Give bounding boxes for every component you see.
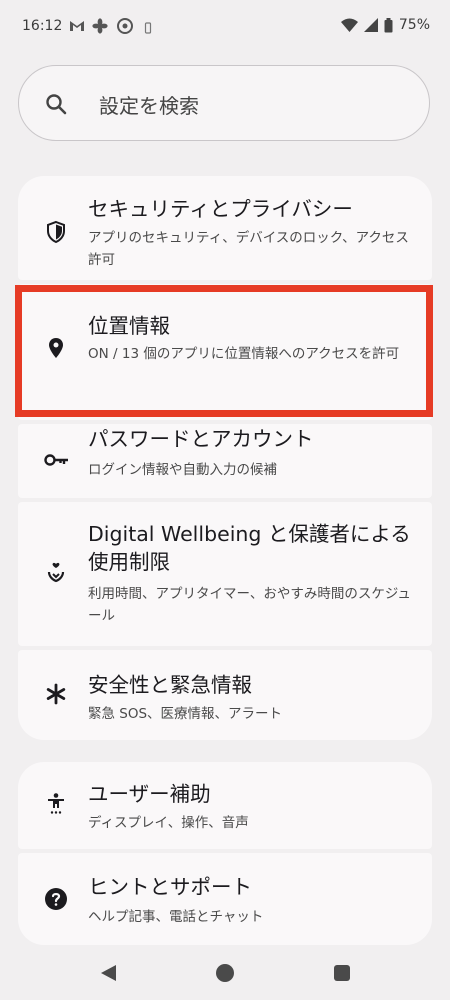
item-subtitle: ヘルプ記事、電話とチャット [88,909,264,925]
key-icon [44,454,68,466]
back-icon[interactable] [99,964,117,982]
item-title: パスワードとアカウント [88,427,314,451]
search-bar[interactable]: 設定を検索 [18,65,430,141]
item-title: セキュリティとプライバシー [88,197,353,221]
item-subtitle: アプリのセキュリティ、デバイスのロック、アクセス許可 [88,230,409,268]
item-subtitle: ディスプレイ、操作、音声 [88,815,249,831]
item-title: 安全性と緊急情報 [88,673,252,697]
search-icon [46,94,67,115]
location-pin-icon [49,338,63,358]
item-subtitle: ログイン情報や自動入力の候補 [88,462,277,478]
settings-item-wellbeing[interactable]: Digital Wellbeing と保護者による使用制限 利用時間、アプリタイ… [18,502,432,646]
wellbeing-icon [47,562,65,583]
item-title: ヒントとサポート [88,875,252,899]
battery-level: 75% [398,17,430,33]
settings-item-tips-support[interactable]: ヒントとサポート ヘルプ記事、電話とチャット [18,853,432,945]
help-icon [45,888,67,910]
fan-icon [92,18,108,34]
shield-icon [47,220,65,244]
settings-item-accessibility[interactable]: ユーザー補助 ディスプレイ、操作、音声 [18,762,432,849]
settings-item-safety[interactable]: 安全性と緊急情報 緊急 SOS、医療情報、アラート [18,650,432,740]
item-title: 位置情報 [88,314,170,338]
item-subtitle: 利用時間、アプリタイマー、おやすみ時間のスケジュール [88,586,411,624]
settings-item-security[interactable]: セキュリティとプライバシー アプリのセキュリティ、デバイスのロック、アクセス許可 [18,176,432,280]
wifi-icon [340,18,358,32]
item-title: ユーザー補助 [88,782,211,806]
chrome-icon [117,18,133,34]
gmail-icon [70,21,84,31]
recents-icon[interactable] [334,965,350,981]
vibrate-icon [144,22,152,34]
asterisk-icon [46,683,66,705]
item-title: Digital Wellbeing と保護者による使用制限 [88,522,411,574]
status-bar: 16:12 75% [0,0,450,50]
accessibility-icon [48,793,64,814]
battery-icon [384,17,393,32]
settings-item-location[interactable]: 位置情報 ON / 13 個のアプリに位置情報へのアクセスを許可 [18,284,432,420]
search-placeholder: 設定を検索 [99,94,199,118]
home-icon[interactable] [216,964,234,982]
settings-item-passwords[interactable]: パスワードとアカウント ログイン情報や自動入力の候補 [18,424,432,498]
item-subtitle: 緊急 SOS、医療情報、アラート [88,706,283,722]
clock: 16:12 [22,18,63,34]
item-subtitle: ON / 13 個のアプリに位置情報へのアクセスを許可 [88,346,400,362]
cellular-signal-icon [363,18,378,32]
